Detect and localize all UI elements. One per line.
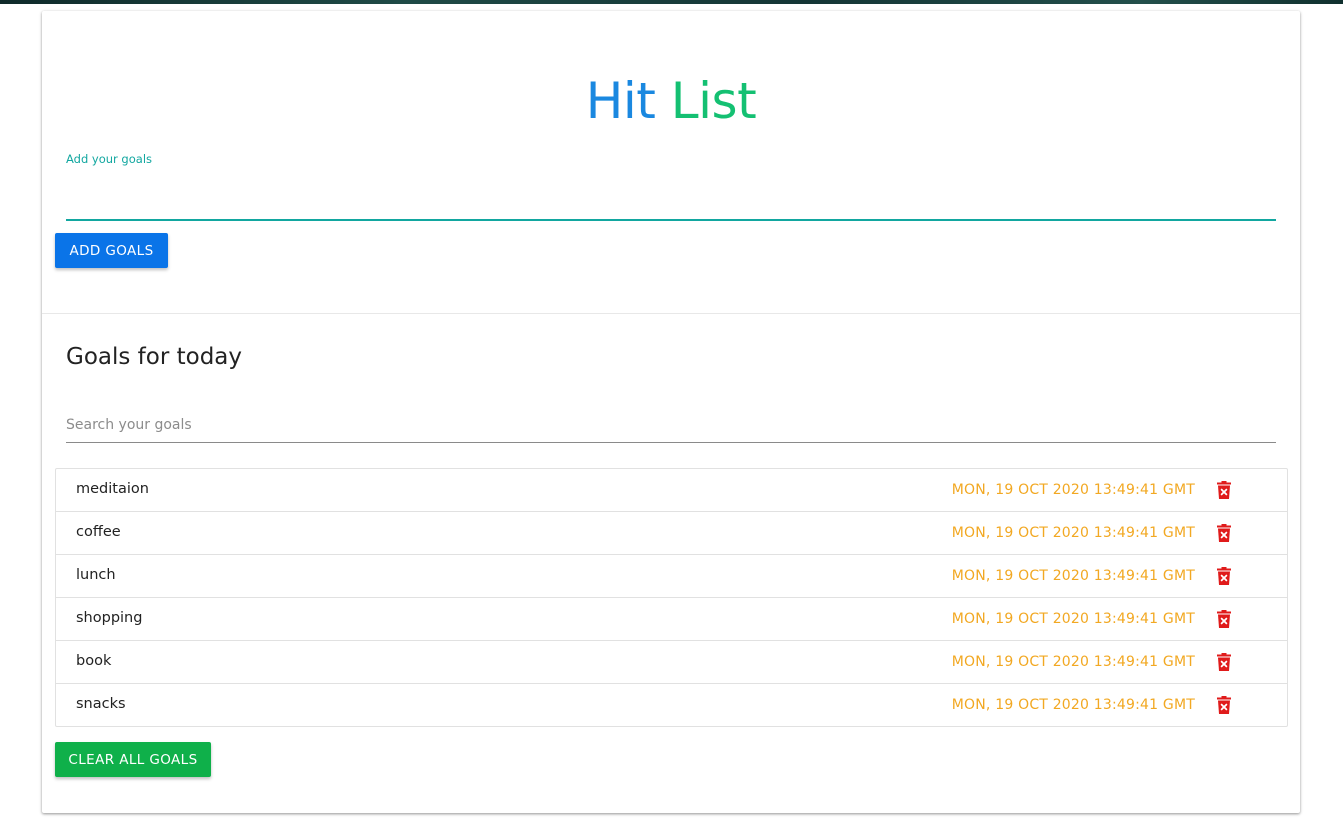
- add-goal-input[interactable]: [66, 175, 1276, 221]
- goal-item: lunch MON, 19 OCT 2020 13:49:41 GMT: [56, 554, 1287, 597]
- trash-delete-icon[interactable]: [1217, 653, 1231, 671]
- page-title: Hit List: [42, 73, 1300, 129]
- goal-text: lunch: [76, 567, 116, 583]
- add-goal-label: Add your goals: [66, 152, 153, 166]
- clear-all-goals-button[interactable]: CLEAR ALL GOALS: [55, 742, 211, 777]
- trash-delete-icon[interactable]: [1217, 567, 1231, 585]
- title-word-hit: Hit: [585, 72, 656, 130]
- goal-date: MON, 19 OCT 2020 13:49:41 GMT: [951, 654, 1195, 670]
- trash-delete-icon[interactable]: [1217, 524, 1231, 542]
- title-word-list: List: [670, 72, 757, 130]
- goal-text: snacks: [76, 696, 126, 712]
- goal-item: meditaion MON, 19 OCT 2020 13:49:41 GMT: [56, 469, 1287, 511]
- add-goals-button[interactable]: ADD GOALS: [55, 233, 168, 268]
- trash-delete-icon[interactable]: [1217, 481, 1231, 499]
- goal-item: shopping MON, 19 OCT 2020 13:49:41 GMT: [56, 597, 1287, 640]
- goal-item: snacks MON, 19 OCT 2020 13:49:41 GMT: [56, 683, 1287, 726]
- goal-text: coffee: [76, 524, 121, 540]
- trash-delete-icon[interactable]: [1217, 696, 1231, 714]
- goal-date: MON, 19 OCT 2020 13:49:41 GMT: [951, 482, 1195, 498]
- goal-date: MON, 19 OCT 2020 13:49:41 GMT: [951, 611, 1195, 627]
- goal-text: book: [76, 653, 112, 669]
- goal-item: book MON, 19 OCT 2020 13:49:41 GMT: [56, 640, 1287, 683]
- goal-list: meditaion MON, 19 OCT 2020 13:49:41 GMT co…: [55, 468, 1288, 727]
- goal-text: meditaion: [76, 481, 149, 497]
- trash-delete-icon[interactable]: [1217, 610, 1231, 628]
- goal-text: shopping: [76, 610, 143, 626]
- section-divider: [42, 313, 1300, 314]
- hit-list-card: Hit List Add your goals ADD GOALS Goals …: [42, 11, 1300, 813]
- goal-date: MON, 19 OCT 2020 13:49:41 GMT: [951, 568, 1195, 584]
- goal-date: MON, 19 OCT 2020 13:49:41 GMT: [951, 697, 1195, 713]
- goals-section-title: Goals for today: [66, 344, 243, 370]
- background-strip: [0, 0, 1343, 4]
- goal-date: MON, 19 OCT 2020 13:49:41 GMT: [951, 525, 1195, 541]
- goal-item: coffee MON, 19 OCT 2020 13:49:41 GMT: [56, 511, 1287, 554]
- search-goals-input[interactable]: [66, 408, 1276, 443]
